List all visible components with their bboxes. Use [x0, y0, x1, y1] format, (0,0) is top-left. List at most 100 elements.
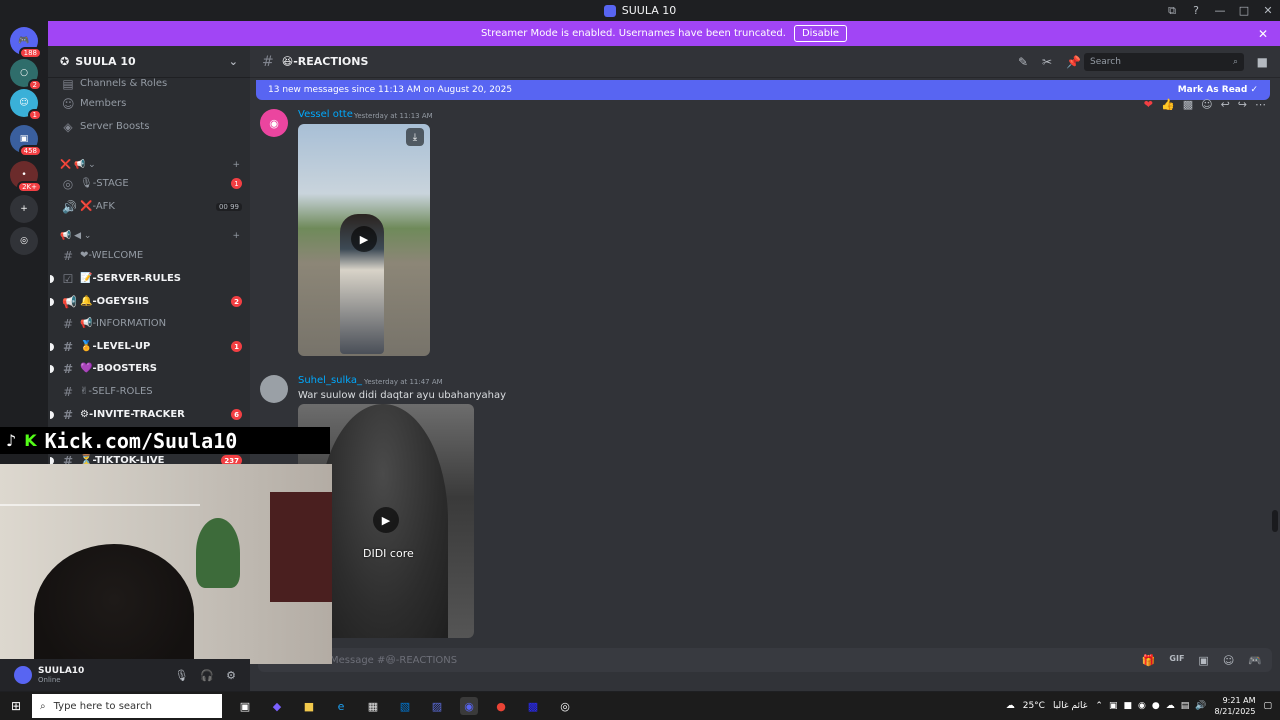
headphones-icon[interactable]: 🎧 — [200, 669, 214, 682]
channel-item[interactable]: # 📢-INFORMATION — [56, 313, 246, 334]
maximize-button[interactable]: □ — [1232, 4, 1256, 17]
pip-icon[interactable]: ⧉ — [1160, 4, 1184, 18]
threads-icon[interactable]: ✎ — [1018, 55, 1028, 69]
taskbar-app-icon[interactable]: ◉ — [460, 697, 478, 715]
gift-icon[interactable]: 🎁 — [1142, 654, 1156, 667]
plus-icon[interactable]: + — [232, 160, 240, 170]
clock[interactable]: 9:21 AM 8/21/2025 — [1214, 695, 1255, 717]
heart-reaction-icon[interactable]: ❤ — [1144, 98, 1153, 111]
tray-icon[interactable]: ■ — [1123, 701, 1132, 711]
server-icon-3[interactable]: ☺ 1 — [10, 89, 42, 121]
server-icon-home[interactable]: 🎮 188 — [10, 27, 42, 59]
channel-item[interactable]: ◈ Server Boosts — [56, 116, 246, 137]
plus-icon[interactable]: + — [232, 231, 240, 241]
taskbar-search-input[interactable]: ⌕ Type here to search — [32, 694, 222, 718]
weather-temp[interactable]: 25°C — [1023, 701, 1045, 711]
taskbar-app-icon[interactable]: ◎ — [556, 697, 574, 715]
taskbar-app-icon[interactable]: e — [332, 697, 350, 715]
home-icon: 🎮 — [18, 36, 30, 46]
inbox-icon[interactable]: ■ — [1257, 55, 1268, 69]
channel-category[interactable]: ❌ 📢 ⌄ + — [60, 157, 240, 173]
avatar[interactable]: ◉ — [260, 109, 288, 137]
channel-item[interactable]: ☑ 📝-SERVER-RULES — [50, 268, 246, 289]
tray-icon[interactable]: 🔊 — [1195, 701, 1206, 711]
clock-date: 8/21/2025 — [1214, 707, 1256, 716]
search-input[interactable]: Search ⌕ — [1084, 52, 1244, 71]
disable-button[interactable]: Disable — [793, 25, 848, 42]
channel-item[interactable]: ▤ Channels & Roles — [56, 73, 246, 94]
notification-icon[interactable]: ▢ — [1263, 701, 1272, 711]
gear-icon[interactable]: ⚙ — [226, 669, 236, 682]
channel-item[interactable]: # 💜-BOOSTERS — [50, 358, 246, 379]
weather-icon[interactable]: ☁ — [1006, 701, 1015, 711]
weather-desc: غائم غالبا — [1052, 701, 1088, 711]
start-button[interactable]: ⊞ — [0, 699, 32, 713]
webcam-plant — [196, 518, 240, 588]
discover-button[interactable]: ◎ — [10, 227, 38, 255]
taskbar-app-icon[interactable]: ◆ — [268, 697, 286, 715]
download-icon[interactable]: ⤓ — [406, 128, 424, 146]
unread-indicator — [50, 410, 54, 419]
server-icon-2[interactable]: ○ 2 — [10, 59, 42, 91]
taskbar-app-icon[interactable]: ▦ — [364, 697, 382, 715]
emoji-icon[interactable]: ☺ — [1223, 654, 1234, 667]
add-server-button[interactable]: + — [10, 195, 38, 223]
message-author[interactable]: Suhel_sulka_ — [298, 375, 362, 386]
add-reaction-icon[interactable]: ☺ — [1201, 98, 1212, 111]
microphone-icon[interactable]: 🎙 — [174, 669, 188, 682]
category-label: ❌ 📢 ⌄ — [60, 160, 96, 170]
close-window-button[interactable]: ✕ — [1256, 4, 1280, 17]
sticker-icon[interactable]: ▣ — [1198, 654, 1208, 667]
channel-item[interactable]: 📢 🔔-OGEYSIIS 2 — [50, 291, 246, 312]
reply-icon[interactable]: ↩ — [1221, 98, 1230, 111]
tray-icon[interactable]: ▣ — [1109, 701, 1118, 711]
reaction-icon[interactable]: ▩ — [1183, 98, 1193, 111]
tray-icon[interactable]: ☁ — [1166, 701, 1175, 711]
channel-item[interactable]: # 🏅-LEVEL-UP 1 — [50, 336, 246, 357]
channel-item[interactable]: # ✌-SELF-ROLES — [56, 381, 246, 402]
mute-icon[interactable]: ✂ — [1042, 55, 1052, 69]
taskbar-app-icon[interactable]: ▨ — [428, 697, 446, 715]
tray-icon[interactable]: ◉ — [1138, 701, 1146, 711]
forward-icon[interactable]: ↪ — [1238, 98, 1247, 111]
play-icon[interactable]: ▶ — [351, 226, 377, 252]
message-author[interactable]: Vessel otte — [298, 109, 353, 120]
message-text: War suulow didi daqtar ayu ubahanyahay — [298, 390, 507, 401]
server-icon-5[interactable]: • 2K+ — [10, 161, 42, 193]
channel-item[interactable]: 🔊 ❌-AFK 00 99 — [56, 196, 246, 217]
gif-button[interactable]: GIF — [1169, 654, 1184, 667]
taskbar-app-icon[interactable]: ● — [492, 697, 510, 715]
banner-text: Streamer Mode is enabled. Usernames have… — [480, 28, 786, 39]
more-icon[interactable]: ⋯ — [1255, 98, 1266, 111]
scrollbar[interactable] — [1272, 510, 1278, 532]
apps-icon[interactable]: 🎮 — [1248, 654, 1262, 667]
new-messages-bar[interactable]: 13 new messages since 11:13 AM on August… — [256, 80, 1270, 100]
avatar[interactable] — [14, 666, 32, 684]
avatar[interactable] — [260, 375, 288, 403]
close-icon[interactable]: ✕ — [1258, 27, 1268, 41]
taskbar-app-icon[interactable]: ■ — [300, 697, 318, 715]
tray-icon[interactable]: ⌃ — [1095, 701, 1103, 711]
channel-item[interactable]: # ❤-WELCOME — [56, 245, 246, 266]
minimize-button[interactable]: — — [1208, 4, 1232, 17]
pin-icon[interactable]: 📌 — [1066, 55, 1081, 69]
help-icon[interactable]: ? — [1184, 4, 1208, 17]
channel-item[interactable]: ◎ 🎙-STAGE 1 — [56, 173, 246, 194]
message-input[interactable]: Message #😆-REACTIONS 🎁 GIF ▣ ☺ 🎮 — [258, 648, 1272, 672]
tray-icon[interactable]: ● — [1152, 701, 1160, 711]
video-attachment[interactable]: ⤓ ▶ — [298, 124, 430, 356]
server-icon-4[interactable]: ▣ 458 — [10, 125, 42, 157]
taskbar-app-icon[interactable]: ▣ — [236, 697, 254, 715]
thumbs-up-icon[interactable]: 👍 — [1161, 98, 1175, 111]
taskbar-app-icon[interactable]: ▧ — [396, 697, 414, 715]
tray-icon[interactable]: ▤ — [1181, 701, 1190, 711]
channel-category[interactable]: 📢 ◀ ⌄ + — [60, 228, 240, 244]
windows-taskbar: ⊞ ⌕ Type here to search ▣ ◆ ■ e ▦ ▧ ▨ ◉ ● ▩ ◎ ☁ 25… — [0, 692, 1280, 720]
play-icon[interactable]: ▶ — [373, 507, 399, 533]
taskbar-app-icon[interactable]: ▩ — [524, 697, 542, 715]
channel-item[interactable]: ☺ Members — [56, 93, 246, 114]
mark-as-read-button[interactable]: Mark As Read ✓ — [1178, 85, 1258, 95]
user-info[interactable]: SUULA10 Online — [38, 666, 84, 684]
video-caption: DIDI core — [363, 547, 414, 560]
channel-item[interactable]: # ⚙-INVITE-TRACKER 6 — [50, 404, 246, 425]
